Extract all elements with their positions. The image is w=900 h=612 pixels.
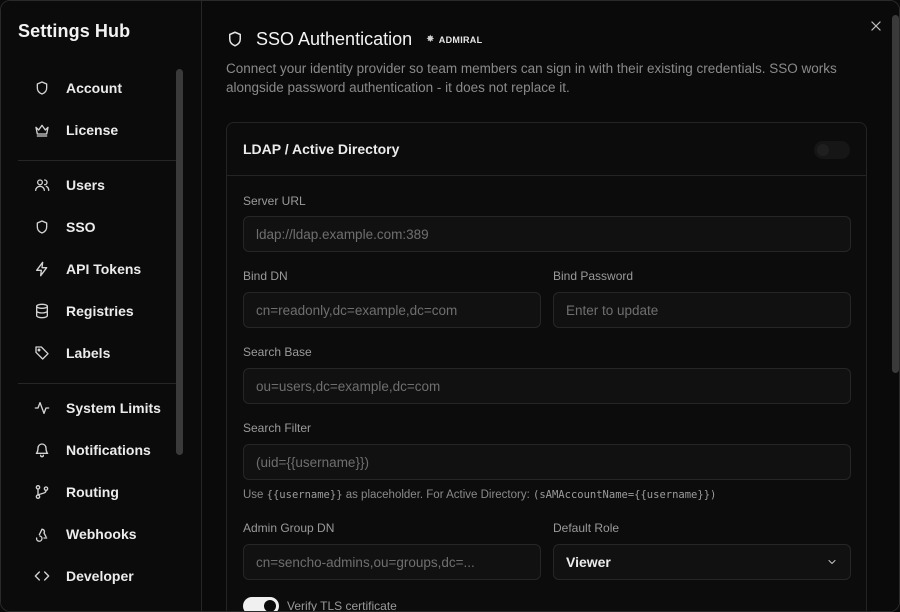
sidebar-group-access: Users SSO API Tokens Registries Labels xyxy=(18,164,177,374)
sidebar-item-api-tokens[interactable]: API Tokens xyxy=(18,248,177,290)
sidebar-item-label: License xyxy=(66,122,119,138)
sidebar-item-label: API Tokens xyxy=(66,261,142,277)
search-filter-label: Search Filter xyxy=(243,421,312,435)
sidebar-item-label: Notifications xyxy=(66,442,151,458)
sidebar-item-license[interactable]: License xyxy=(18,109,177,151)
sidebar-item-notifications[interactable]: Notifications xyxy=(18,429,177,471)
sidebar-item-label: Labels xyxy=(66,345,111,361)
chevron-down-icon xyxy=(826,556,838,568)
default-role-label: Default Role xyxy=(553,521,620,535)
sidebar-item-developer[interactable]: Developer xyxy=(18,555,177,597)
code-icon xyxy=(33,567,51,585)
sidebar-item-labels[interactable]: Labels xyxy=(18,332,177,374)
sidebar-item-label: Routing xyxy=(66,484,119,500)
ldap-card-title: LDAP / Active Directory xyxy=(243,141,400,157)
bell-icon xyxy=(33,441,51,459)
shield-icon xyxy=(226,30,246,50)
tier-badge: ✸ ADMIRAL xyxy=(426,34,482,45)
sidebar-divider xyxy=(18,160,177,161)
verify-tls-label: Verify TLS certificate xyxy=(287,599,397,612)
default-role-select[interactable]: Viewer xyxy=(553,544,851,580)
sidebar-item-users[interactable]: Users xyxy=(18,164,177,206)
verify-tls-toggle[interactable] xyxy=(243,597,279,611)
ldap-enable-toggle[interactable] xyxy=(814,141,850,159)
close-button[interactable] xyxy=(867,17,885,35)
sidebar-item-label: Users xyxy=(66,177,105,193)
crown-icon xyxy=(33,121,51,139)
sidebar-item-system-limits[interactable]: System Limits xyxy=(18,387,177,429)
search-filter-input[interactable] xyxy=(243,444,851,480)
settings-window: Settings Hub Account License Users SSO A… xyxy=(0,0,900,612)
app-title: Settings Hub xyxy=(18,21,131,41)
bind-dn-label: Bind DN xyxy=(243,269,288,283)
hint-middle: as placeholder. For Active Directory: xyxy=(345,489,530,501)
users-icon xyxy=(33,176,51,194)
sidebar-item-label: Webhooks xyxy=(66,526,137,542)
git-branch-icon xyxy=(33,483,51,501)
hint-token: {{username}} xyxy=(266,489,343,501)
webhook-icon xyxy=(33,525,51,543)
sidebar-item-registries[interactable]: Registries xyxy=(18,290,177,332)
sidebar-item-routing[interactable]: Routing xyxy=(18,471,177,513)
sidebar-item-webhooks[interactable]: Webhooks xyxy=(18,513,177,555)
ldap-card-header: LDAP / Active Directory xyxy=(227,123,866,176)
main-panel: SSO Authentication ✸ ADMIRAL Connect you… xyxy=(202,1,899,612)
shield-icon xyxy=(33,79,51,97)
page-header: SSO Authentication ✸ ADMIRAL xyxy=(226,29,482,50)
sidebar-scrollbar[interactable] xyxy=(176,69,183,455)
bind-dn-input[interactable] xyxy=(243,292,541,328)
sparkle-icon: ✸ xyxy=(426,34,435,45)
bolt-icon xyxy=(33,260,51,278)
bind-password-input[interactable] xyxy=(553,292,851,328)
sidebar-item-label: Registries xyxy=(66,303,134,319)
sidebar-group-account: Account License xyxy=(18,67,177,151)
search-base-input[interactable] xyxy=(243,368,851,404)
default-role-value: Viewer xyxy=(566,554,611,570)
server-url-label: Server URL xyxy=(243,194,306,208)
sidebar-item-label: Account xyxy=(66,80,122,96)
sidebar-item-label: Developer xyxy=(66,568,134,584)
shield-icon xyxy=(33,218,51,236)
sidebar: Settings Hub Account License Users SSO A… xyxy=(1,1,202,611)
page-title: SSO Authentication xyxy=(256,29,413,49)
sidebar-group-system: System Limits Notifications Routing Webh… xyxy=(18,387,177,597)
sidebar-item-label: SSO xyxy=(66,219,96,235)
tag-icon xyxy=(33,344,51,362)
sidebar-item-account[interactable]: Account xyxy=(18,67,177,109)
close-icon xyxy=(871,21,881,31)
activity-icon xyxy=(33,399,51,417)
bind-password-label: Bind Password xyxy=(553,269,634,283)
database-icon xyxy=(33,302,51,320)
sidebar-item-sso[interactable]: SSO xyxy=(18,206,177,248)
page-description: Connect your identity provider so team m… xyxy=(226,61,837,95)
hint-example: (sAMAccountName={{username}}) xyxy=(533,489,717,501)
admin-group-dn-input[interactable] xyxy=(243,544,541,580)
sidebar-divider xyxy=(18,383,177,384)
hint-prefix: Use xyxy=(243,489,264,501)
sidebar-item-label: System Limits xyxy=(66,400,161,416)
tier-badge-label: ADMIRAL xyxy=(438,34,483,45)
admin-group-dn-label: Admin Group DN xyxy=(243,521,335,535)
ldap-card: LDAP / Active Directory Server URL Bind … xyxy=(226,122,867,612)
sidebar-scrollbar-thumb[interactable] xyxy=(176,69,183,455)
search-filter-hint: Use {{username}} as placeholder. For Act… xyxy=(243,489,716,501)
server-url-input[interactable] xyxy=(243,216,851,252)
search-base-label: Search Base xyxy=(243,345,312,359)
main-scrollbar-thumb[interactable] xyxy=(892,15,899,373)
